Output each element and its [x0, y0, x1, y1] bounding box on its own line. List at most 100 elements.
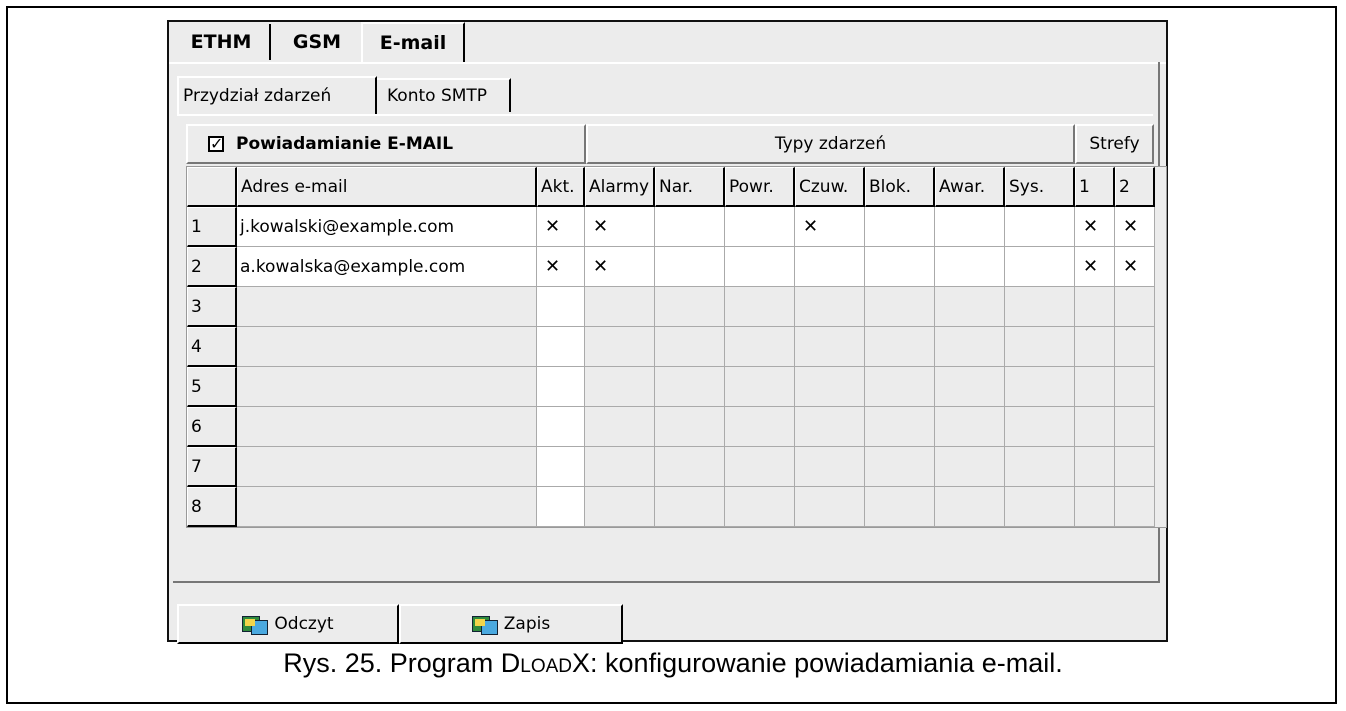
checkbox-cell[interactable]	[795, 327, 865, 367]
email-cell[interactable]: a.kowalska@example.com	[237, 247, 537, 287]
checkbox-cell[interactable]	[1075, 287, 1115, 327]
checkbox-cell[interactable]	[935, 367, 1005, 407]
checkbox-cell[interactable]	[725, 367, 795, 407]
read-button[interactable]: Odczyt	[177, 604, 399, 644]
checkbox-cell[interactable]	[725, 327, 795, 367]
checkbox-cell[interactable]	[655, 287, 725, 327]
checkbox-cell[interactable]: ✕	[1115, 207, 1155, 247]
checkbox-cell[interactable]: ✕	[1075, 247, 1115, 287]
checkbox-cell[interactable]	[537, 327, 585, 367]
column-header[interactable]: 1	[1075, 167, 1115, 207]
checkbox-cell[interactable]	[655, 367, 725, 407]
checkbox-cell[interactable]	[865, 287, 935, 327]
checkbox-cell[interactable]	[655, 207, 725, 247]
checkbox-cell[interactable]	[1075, 447, 1115, 487]
checkbox-cell[interactable]	[1075, 407, 1115, 447]
email-cell[interactable]	[237, 447, 537, 487]
checkbox-cell[interactable]: ✕	[1115, 247, 1155, 287]
checkbox-cell[interactable]: ✕	[537, 207, 585, 247]
checkbox-cell[interactable]	[585, 327, 655, 367]
checkbox-cell[interactable]	[865, 487, 935, 527]
checkbox-cell[interactable]	[1115, 487, 1155, 527]
tab-ethm[interactable]: ETHM	[173, 24, 271, 60]
checkbox-cell[interactable]	[1115, 287, 1155, 327]
checkbox-cell[interactable]: ✕	[585, 207, 655, 247]
email-notification-group[interactable]: ✓ Powiadamianie E-MAIL	[186, 124, 586, 164]
column-header[interactable]: Akt.	[537, 167, 585, 207]
column-header[interactable]: Awar.	[935, 167, 1005, 207]
checkbox-cell[interactable]	[1005, 487, 1075, 527]
checkbox-cell[interactable]	[935, 287, 1005, 327]
email-cell[interactable]	[237, 407, 537, 447]
checkbox-cell[interactable]	[795, 407, 865, 447]
checkbox-cell[interactable]	[795, 287, 865, 327]
checkbox-cell[interactable]	[865, 207, 935, 247]
tab-gsm[interactable]: GSM	[273, 24, 361, 60]
checkbox-cell[interactable]	[1005, 207, 1075, 247]
column-header[interactable]: Blok.	[865, 167, 935, 207]
checkbox-cell[interactable]	[1075, 327, 1115, 367]
checkbox-cell[interactable]	[795, 247, 865, 287]
checkbox-cell[interactable]	[935, 247, 1005, 287]
checkbox-cell[interactable]	[537, 287, 585, 327]
checkbox-cell[interactable]	[1005, 247, 1075, 287]
email-cell[interactable]	[237, 287, 537, 327]
checkbox-cell[interactable]: ✕	[585, 247, 655, 287]
checkbox-cell[interactable]	[655, 247, 725, 287]
checkbox-cell[interactable]	[725, 447, 795, 487]
checkbox-cell[interactable]	[725, 487, 795, 527]
checkbox-cell[interactable]: ✕	[1075, 207, 1115, 247]
checkbox-cell[interactable]	[865, 407, 935, 447]
checkbox-cell[interactable]	[865, 447, 935, 487]
tab-email[interactable]: E-mail	[361, 22, 465, 62]
checkbox-cell[interactable]	[585, 407, 655, 447]
checkbox-cell[interactable]	[795, 487, 865, 527]
column-header[interactable]: Nar.	[655, 167, 725, 207]
checkbox-cell[interactable]	[935, 207, 1005, 247]
checkbox-cell[interactable]	[537, 487, 585, 527]
checkbox-cell[interactable]	[935, 407, 1005, 447]
checkbox-cell[interactable]	[795, 447, 865, 487]
checkbox-cell[interactable]: ✕	[795, 207, 865, 247]
checkbox-cell[interactable]	[585, 287, 655, 327]
checkbox-cell[interactable]	[935, 327, 1005, 367]
checkbox-cell[interactable]	[795, 367, 865, 407]
tab-konto-smtp[interactable]: Konto SMTP	[377, 78, 511, 112]
checkbox-cell[interactable]	[1005, 447, 1075, 487]
checkbox-cell[interactable]	[655, 327, 725, 367]
checkbox-cell[interactable]	[1115, 447, 1155, 487]
checkbox-cell[interactable]	[537, 367, 585, 407]
checkbox-cell[interactable]	[1005, 367, 1075, 407]
email-cell[interactable]	[237, 367, 537, 407]
checkbox-cell[interactable]	[1005, 407, 1075, 447]
checkbox-cell[interactable]	[537, 447, 585, 487]
checkbox-cell[interactable]	[935, 487, 1005, 527]
column-header[interactable]: Powr.	[725, 167, 795, 207]
checkbox-cell[interactable]	[1115, 407, 1155, 447]
notification-checkbox[interactable]: ✓	[208, 136, 224, 152]
checkbox-cell[interactable]	[655, 407, 725, 447]
column-header[interactable]: Sys.	[1005, 167, 1075, 207]
column-header[interactable]: Czuw.	[795, 167, 865, 207]
checkbox-cell[interactable]	[725, 407, 795, 447]
checkbox-cell[interactable]	[585, 367, 655, 407]
checkbox-cell[interactable]	[725, 287, 795, 327]
checkbox-cell[interactable]	[865, 367, 935, 407]
email-cell[interactable]	[237, 487, 537, 527]
checkbox-cell[interactable]	[1075, 487, 1115, 527]
checkbox-cell[interactable]	[865, 327, 935, 367]
column-header[interactable]: Alarmy	[585, 167, 655, 207]
email-cell[interactable]: j.kowalski@example.com	[237, 207, 537, 247]
email-cell[interactable]	[237, 327, 537, 367]
checkbox-cell[interactable]	[1115, 367, 1155, 407]
checkbox-cell[interactable]	[655, 487, 725, 527]
checkbox-cell[interactable]	[585, 447, 655, 487]
checkbox-cell[interactable]	[1115, 327, 1155, 367]
checkbox-cell[interactable]	[725, 207, 795, 247]
checkbox-cell[interactable]	[655, 447, 725, 487]
checkbox-cell[interactable]	[537, 407, 585, 447]
column-header[interactable]: 2	[1115, 167, 1155, 207]
checkbox-cell[interactable]	[585, 487, 655, 527]
checkbox-cell[interactable]	[1005, 287, 1075, 327]
checkbox-cell[interactable]	[1005, 327, 1075, 367]
